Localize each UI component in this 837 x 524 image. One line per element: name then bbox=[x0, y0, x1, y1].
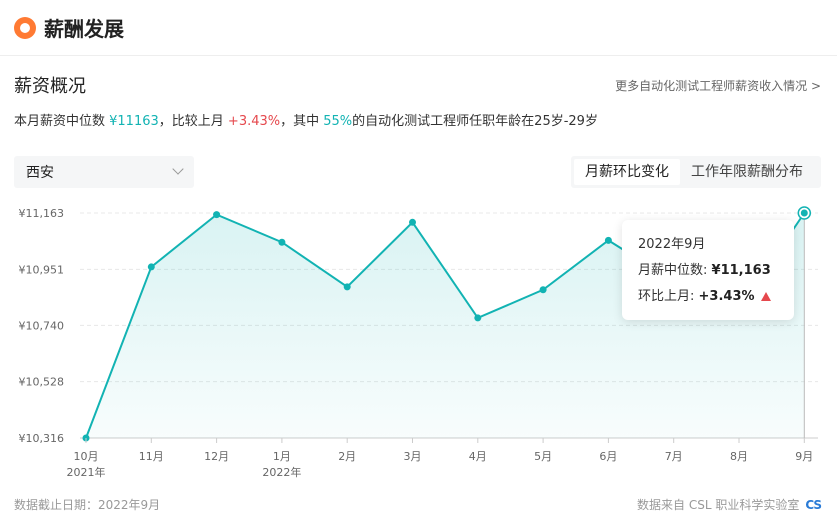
age-percent: 55% bbox=[323, 114, 353, 129]
more-salary-link[interactable]: 更多自动化测试工程师薪资收入情况 > bbox=[615, 77, 821, 94]
section-title: 薪资概况 bbox=[14, 76, 86, 97]
data-point bbox=[604, 236, 612, 244]
x-year-label: 2022年 bbox=[262, 465, 301, 479]
city-select-value: 西安 bbox=[26, 165, 54, 181]
x-tick-label: 9月 bbox=[795, 450, 813, 463]
x-tick-label: 5月 bbox=[534, 450, 552, 463]
x-tick-label: 11月 bbox=[139, 450, 164, 463]
tooltip-median-value: ¥11,163 bbox=[711, 263, 771, 278]
data-point bbox=[539, 286, 547, 294]
data-point bbox=[147, 263, 155, 271]
header-title: 薪酬发展 bbox=[44, 17, 124, 41]
x-tick-label: 12月 bbox=[204, 450, 229, 463]
logo-icon bbox=[14, 16, 36, 39]
x-year-label: 2021年 bbox=[67, 465, 106, 479]
data-point bbox=[278, 238, 286, 246]
data-source: 数据来自 CSL 职业科学实验室 CS bbox=[637, 496, 822, 513]
data-cutoff-date: 数据截止日期：2022年9月 bbox=[14, 498, 161, 512]
summary-text: ，比较上月 bbox=[158, 114, 228, 129]
data-point bbox=[409, 218, 416, 226]
tooltip-median-label: 月薪中位数: bbox=[638, 263, 708, 278]
chart-tabs: 月薪环比变化 工作年限薪酬分布 bbox=[571, 156, 821, 188]
data-source-text: 数据来自 CSL 职业科学实验室 bbox=[637, 498, 800, 512]
csl-logo-icon: CS bbox=[805, 497, 822, 512]
summary-text: 的自动化测试工程师任职年龄在25岁-29岁 bbox=[352, 114, 598, 129]
tab-monthly-change[interactable]: 月薪环比变化 bbox=[574, 159, 680, 185]
page-header: 薪酬发展 bbox=[0, 0, 837, 56]
chart-tooltip: 2022年9月 月薪中位数: ¥11,163 环比上月: +3.43% bbox=[622, 220, 794, 320]
tooltip-change-label: 环比上月: bbox=[638, 289, 695, 304]
tooltip-change: 环比上月: +3.43% bbox=[638, 284, 778, 310]
data-point bbox=[213, 211, 221, 219]
summary-text: ，其中 bbox=[280, 114, 324, 129]
summary-text: 本月薪资中位数 bbox=[14, 114, 110, 129]
y-tick-label: ¥10,740 bbox=[19, 319, 65, 332]
data-point bbox=[800, 209, 808, 217]
y-tick-label: ¥10,528 bbox=[19, 376, 65, 389]
y-tick-label: ¥10,316 bbox=[19, 432, 65, 445]
x-tick-label: 6月 bbox=[599, 450, 617, 463]
data-point bbox=[474, 314, 482, 322]
y-tick-label: ¥11,163 bbox=[19, 207, 65, 220]
x-tick-label: 8月 bbox=[730, 450, 748, 463]
tooltip-median: 月薪中位数: ¥11,163 bbox=[638, 258, 778, 284]
x-tick-label: 4月 bbox=[469, 450, 487, 463]
x-tick-label: 2月 bbox=[338, 450, 356, 463]
up-triangle-icon bbox=[760, 292, 771, 301]
median-salary: ¥11163 bbox=[109, 114, 159, 129]
tooltip-date: 2022年9月 bbox=[638, 237, 706, 252]
y-tick-label: ¥10,951 bbox=[19, 263, 65, 276]
tooltip-change-value: +3.43% bbox=[698, 289, 755, 304]
monthly-change: +3.43% bbox=[227, 114, 281, 129]
x-tick-label: 1月 bbox=[273, 450, 291, 463]
x-tick-label: 10月 bbox=[74, 450, 99, 463]
x-tick-label: 3月 bbox=[404, 450, 422, 463]
tab-experience-distribution[interactable]: 工作年限薪酬分布 bbox=[680, 159, 814, 185]
city-select[interactable]: 西安 bbox=[14, 156, 194, 188]
salary-summary: 本月薪资中位数 ¥11163，比较上月 +3.43%，其中 55%的自动化测试工… bbox=[14, 110, 598, 129]
data-point bbox=[343, 283, 351, 291]
chevron-down-icon bbox=[172, 163, 184, 175]
x-tick-label: 7月 bbox=[665, 450, 683, 463]
